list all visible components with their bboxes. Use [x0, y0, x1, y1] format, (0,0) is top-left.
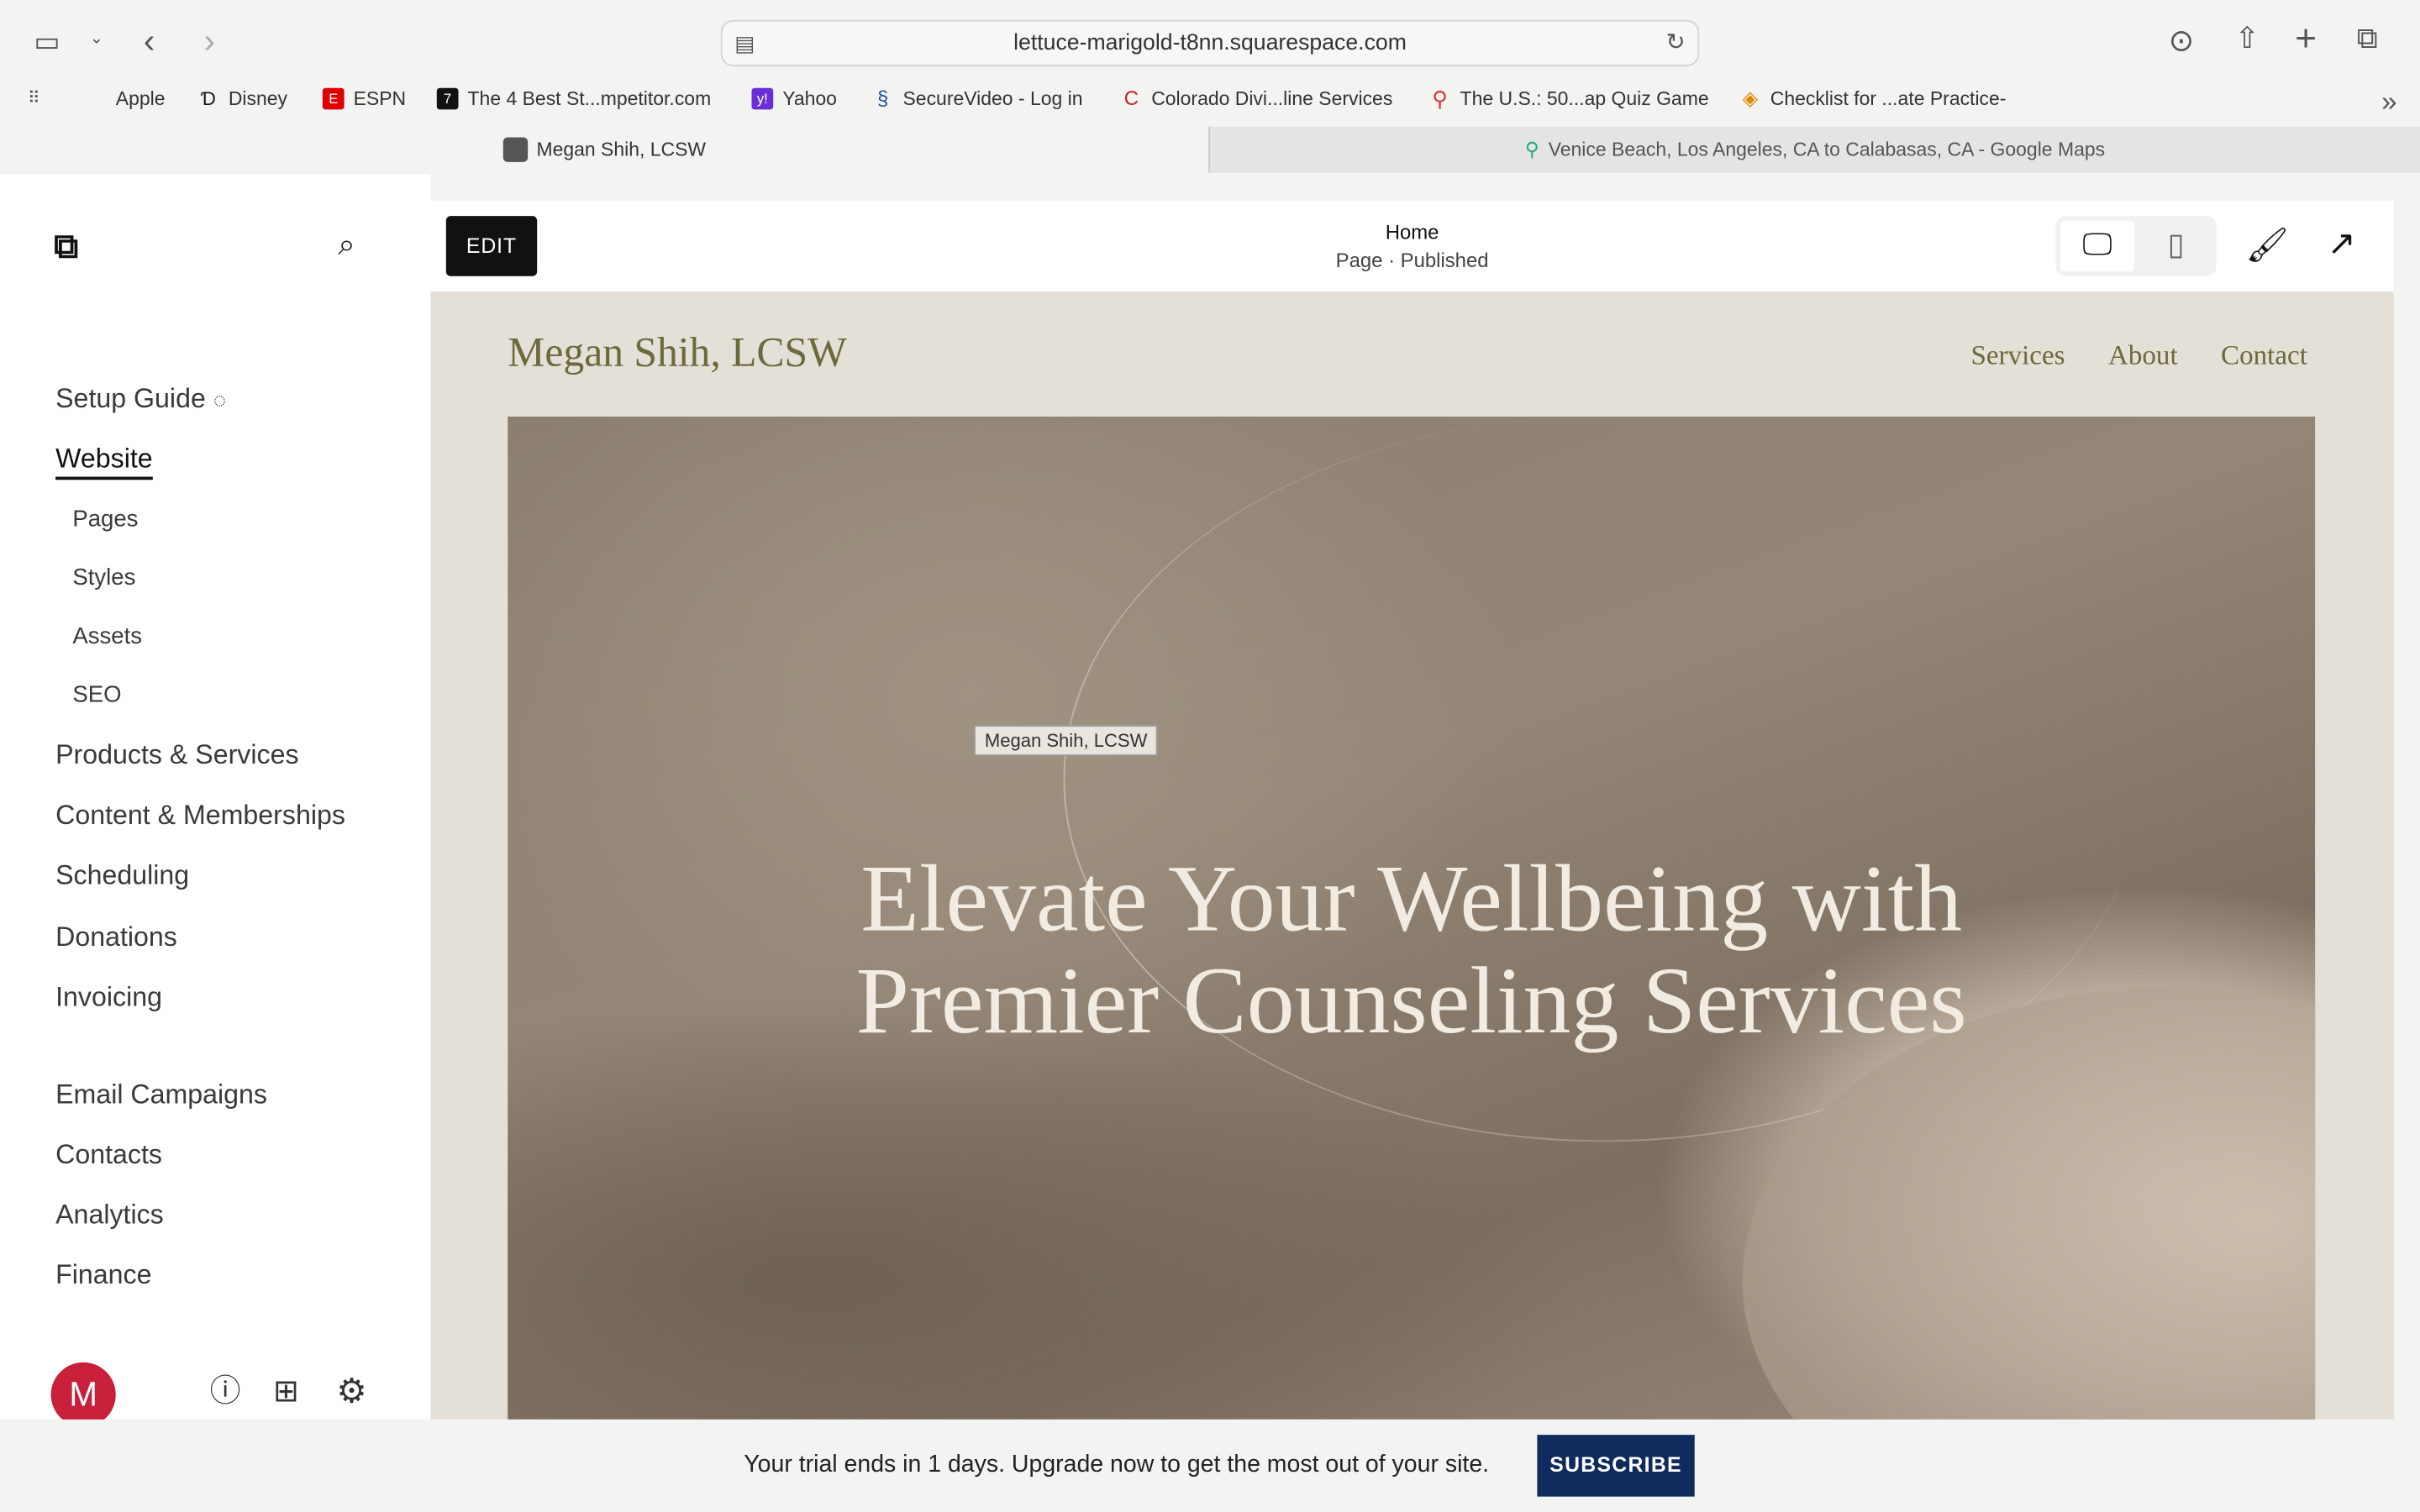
bookmark-quiz[interactable]: ⚲ The U.S.: 50...ap Quiz Game — [1429, 86, 1708, 112]
page-title: Home — [1385, 220, 1439, 244]
sidebar-item-styles[interactable]: Styles — [72, 564, 135, 591]
bookmark-yahoo[interactable]: y! Yahoo — [751, 87, 837, 110]
editor-bar: EDIT Home Page · Published 🖵 ▯ 🖌 ↗ — [430, 200, 2394, 292]
open-external-arrow-icon[interactable]: ↗ — [2328, 226, 2356, 260]
checklist-icon: ◈ — [1742, 86, 1759, 110]
sidebar-item-products[interactable]: Products & Services — [55, 739, 298, 772]
yahoo-icon: y! — [751, 87, 774, 110]
google-maps-icon: ⚲ — [1524, 139, 1539, 161]
paintbrush-icon[interactable]: 🖌 — [2245, 228, 2288, 262]
sidebar-item-contacts[interactable]: Contacts — [55, 1139, 162, 1172]
sidebar-item-donations[interactable]: Donations — [55, 921, 177, 954]
sidebar-item-pages[interactable]: Pages — [72, 506, 138, 532]
nav-services[interactable]: Services — [1971, 339, 2065, 372]
hero-image: Megan Shih, LCSW Elevate Your Wellbeing … — [508, 416, 2316, 1420]
address-bar[interactable]: ▤ lettuce-marigold-t8nn.squarespace.com ↻ — [720, 19, 1700, 66]
avatar[interactable]: M — [50, 1362, 116, 1427]
apps-icon[interactable]: ⊞ — [273, 1376, 299, 1407]
map-pin-icon: ⚲ — [1432, 86, 1449, 112]
device-toggle: 🖵 ▯ — [2055, 216, 2217, 276]
mobile-view-icon[interactable]: ▯ — [2141, 221, 2212, 272]
edit-button[interactable]: EDIT — [445, 216, 538, 276]
tab-megan-shih[interactable]: Megan Shih, LCSW — [0, 126, 1209, 173]
sidebar-toggle-icon[interactable]: ▭ — [34, 28, 60, 55]
apps-grid-icon[interactable]: ⠿ — [28, 90, 40, 108]
sidebar-item-setup-guide[interactable]: Setup Guide ◌ — [55, 383, 226, 416]
settings-gear-icon[interactable]: ⚙ — [336, 1374, 366, 1409]
bookmark-securevideo[interactable]: § SecureVideo - Log in — [872, 86, 1083, 110]
page-status: Page · Published — [1335, 248, 1489, 272]
site-icon: 7 — [436, 87, 459, 110]
sidebar-item-email[interactable]: Email Campaigns — [55, 1079, 267, 1111]
hero-headline: Elevate Your Wellbeing with Premier Couns… — [855, 847, 1967, 1054]
espn-icon: E — [322, 87, 345, 110]
trial-message: Your trial ends in 1 days. Upgrade now t… — [744, 1452, 1490, 1478]
colorado-icon: C — [1123, 86, 1139, 110]
securevideo-icon: § — [876, 86, 889, 110]
sidebar-item-website[interactable]: Website — [55, 443, 153, 480]
nav-about[interactable]: About — [2108, 339, 2178, 372]
bookmark-espn[interactable]: E ESPN — [322, 87, 406, 110]
sidebar-item-scheduling[interactable]: Scheduling — [55, 859, 189, 892]
subscribe-button[interactable]: SUBSCRIBE — [1537, 1435, 1695, 1497]
bookmark-colorado[interactable]: C Colorado Divi...line Services — [1120, 86, 1393, 110]
reload-icon[interactable]: ↻ — [1666, 31, 1686, 55]
tab-overview-icon[interactable]: ⧉ — [2357, 24, 2378, 54]
sidebar-item-finance[interactable]: Finance — [55, 1259, 151, 1292]
nav-contact[interactable]: Contact — [2221, 339, 2307, 372]
progress-check-icon: ◌ — [213, 387, 227, 412]
chevron-down-icon[interactable]: ⌄ — [90, 30, 104, 48]
back-icon[interactable]: ‹ — [144, 24, 155, 58]
page-icon: ▤ — [734, 30, 755, 56]
forward-icon[interactable]: › — [203, 24, 214, 58]
browser-toolbar: ▭ ⌄ ‹ › ▤ lettuce-marigold-t8nn.squarespa… — [0, 0, 2420, 173]
bookmark-checklist[interactable]: ◈ Checklist for ...ate Practice- — [1739, 86, 2007, 110]
download-icon[interactable]: ⊙ — [2169, 26, 2195, 57]
new-tab-icon[interactable]: + — [2295, 21, 2317, 59]
bookmark-4best[interactable]: 7 The 4 Best St...mpetitor.com — [436, 87, 711, 110]
bookmark-apple[interactable]: Apple — [85, 88, 166, 110]
tab-google-maps[interactable]: ⚲ Venice Beach, Los Angeles, CA to Calaba… — [1208, 126, 2420, 173]
disney-icon: Ɗ — [201, 87, 216, 110]
apple-icon — [85, 88, 107, 110]
sidebar-item-seo[interactable]: SEO — [72, 682, 121, 708]
desktop-view-icon[interactable]: 🖵 — [2060, 220, 2135, 272]
site-title[interactable]: Megan Shih, LCSW — [508, 328, 847, 376]
sidebar: ⧉ ⌕ Setup Guide ◌ Website Pages Styles A… — [0, 174, 431, 1427]
search-icon[interactable]: ⌕ — [338, 230, 355, 261]
squarespace-favicon — [502, 137, 528, 162]
sidebar-item-analytics[interactable]: Analytics — [55, 1199, 164, 1231]
help-icon[interactable]: ⓘ — [210, 1376, 241, 1407]
trial-banner: Your trial ends in 1 days. Upgrade now t… — [0, 1419, 2420, 1512]
sidebar-item-assets[interactable]: Assets — [72, 623, 142, 649]
share-icon[interactable]: ⇧ — [2235, 24, 2260, 54]
sidebar-item-invoicing[interactable]: Invoicing — [55, 981, 162, 1014]
bookmark-disney[interactable]: Ɗ Disney — [197, 88, 287, 110]
squarespace-logo-icon[interactable]: ⧉ — [54, 229, 78, 264]
more-bookmarks-icon[interactable]: » — [2381, 88, 2396, 116]
image-alt-label: Megan Shih, LCSW — [973, 725, 1159, 757]
sidebar-item-content[interactable]: Content & Memberships — [55, 799, 345, 832]
